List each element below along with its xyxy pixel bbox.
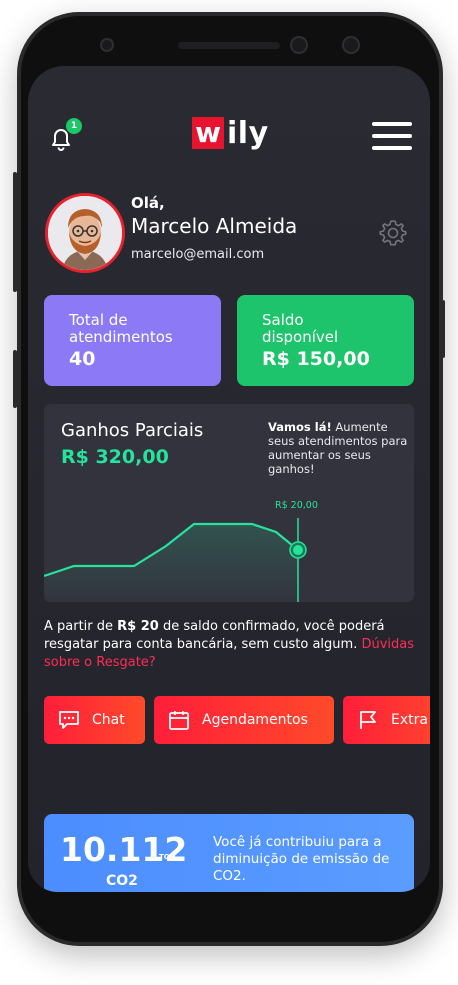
greeting: Olá, — [131, 194, 165, 212]
notification-badge: 1 — [66, 118, 82, 134]
hamburger-icon — [372, 122, 412, 150]
co2-value: 10.112 — [60, 830, 188, 869]
partial-earnings-panel: Ganhos Parciais R$ 320,00 Vamos lá! Aume… — [44, 404, 414, 602]
chat-button[interactable]: Chat — [44, 696, 145, 744]
withdraw-info: A partir de R$ 20 de saldo confirmado, v… — [44, 618, 424, 672]
phone-side-button — [13, 350, 17, 408]
co2-label: CO2 — [106, 873, 138, 889]
logo-mark: w — [192, 117, 224, 149]
avatar[interactable] — [45, 193, 125, 273]
user-email: marcelo@email.com — [131, 247, 265, 262]
info-text-before: A partir de — [44, 619, 118, 634]
settings-button[interactable] — [378, 218, 408, 248]
earnings-amount: R$ 320,00 — [61, 446, 169, 468]
total-attendances-value: 40 — [69, 348, 96, 370]
phone-speaker — [178, 42, 280, 49]
phone-camera — [342, 36, 360, 54]
avatar-illustration — [48, 196, 122, 270]
calendar-icon — [169, 711, 189, 730]
earnings-note-bold: Vamos lá! — [268, 420, 332, 434]
chat-icon — [59, 711, 79, 729]
phone-side-button — [13, 172, 17, 292]
co2-message: Você já contribuiu para a diminuição de … — [213, 834, 390, 884]
earnings-note: Vamos lá! Aumente seus atendimentos para… — [268, 420, 408, 476]
chart-marker-point[interactable] — [293, 545, 303, 555]
gear-icon — [379, 220, 407, 246]
chart-marker-label: R$ 20,00 — [275, 500, 318, 511]
extra-button[interactable]: Extra — [343, 696, 430, 744]
total-attendances-label: Total de atendimentos — [69, 311, 173, 346]
phone-sensor — [100, 38, 114, 52]
available-balance-value: R$ 150,00 — [262, 348, 370, 370]
available-balance-card[interactable]: Saldo disponível R$ 150,00 — [237, 295, 414, 386]
chat-label: Chat — [92, 712, 125, 728]
logo-text: ily — [227, 115, 269, 151]
chart-area — [44, 524, 298, 602]
app-screen: 1 w ily Olá, Marcelo Almeida marcelo@ema… — [28, 66, 430, 892]
schedule-button[interactable]: Agendamentos — [154, 696, 334, 744]
phone-camera — [290, 36, 308, 54]
co2-unit: TON — [159, 853, 176, 861]
co2-card[interactable]: 10.112 TON CO2 Você já contribuiu para a… — [44, 814, 414, 892]
earnings-chart — [44, 518, 307, 602]
phone-side-button — [441, 300, 445, 358]
info-text-bold: R$ 20 — [117, 619, 159, 634]
schedule-label: Agendamentos — [202, 712, 308, 728]
extra-label: Extra — [391, 712, 428, 728]
menu-button[interactable] — [372, 122, 412, 152]
total-attendances-card[interactable]: Total de atendimentos 40 — [44, 295, 221, 386]
available-balance-label: Saldo disponível — [262, 311, 339, 346]
user-name: Marcelo Almeida — [131, 214, 298, 238]
flag-icon — [360, 711, 376, 729]
earnings-title: Ganhos Parciais — [61, 420, 204, 441]
app-logo: w ily — [192, 115, 269, 151]
